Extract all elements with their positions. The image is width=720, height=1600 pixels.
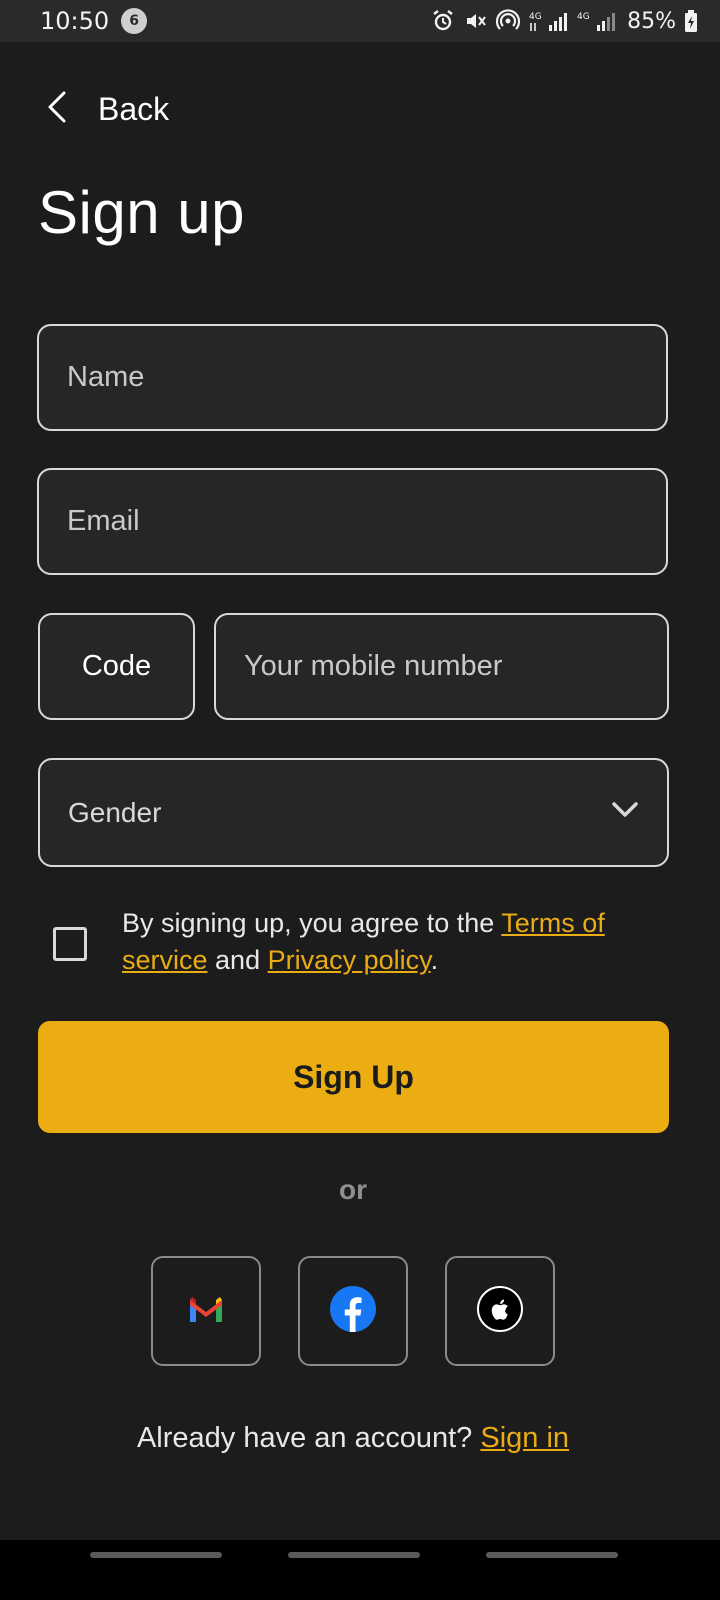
page-title: Sign up	[38, 179, 245, 246]
gender-dropdown[interactable]: Gender	[38, 758, 669, 867]
nav-home-handle[interactable]	[288, 1552, 420, 1558]
back-label: Back	[98, 90, 170, 127]
gmail-signup-button[interactable]	[151, 1256, 261, 1366]
chevron-left-icon	[44, 90, 70, 129]
name-field[interactable]	[37, 324, 668, 431]
hotspot-icon	[495, 9, 521, 33]
country-code-selector[interactable]: Code	[38, 613, 195, 720]
battery-charging-icon	[684, 9, 698, 33]
nav-recents-handle[interactable]	[90, 1552, 222, 1558]
facebook-signup-button[interactable]	[298, 1256, 408, 1366]
alarm-icon	[431, 9, 455, 33]
apple-signup-button[interactable]	[445, 1256, 555, 1366]
back-button[interactable]: Back	[44, 84, 169, 134]
chevron-down-icon	[611, 801, 639, 824]
apple-icon	[477, 1285, 523, 1337]
nav-back-handle[interactable]	[486, 1552, 618, 1558]
status-time: 10:50	[40, 7, 110, 35]
terms-text: By signing up, you agree to the Terms of…	[122, 905, 663, 979]
facebook-icon	[330, 1285, 376, 1337]
mobile-number-input[interactable]	[216, 615, 667, 718]
4g-signal-icon: 4G	[577, 9, 617, 33]
email-input[interactable]	[39, 470, 666, 573]
terms-agreement: By signing up, you agree to the Terms of…	[53, 905, 663, 979]
battery-percent: 85%	[627, 8, 676, 34]
status-left: 10:50 6	[40, 7, 148, 35]
name-input[interactable]	[39, 326, 666, 429]
terms-middle: and	[207, 945, 268, 975]
svg-text:4G: 4G	[577, 12, 590, 22]
mute-icon	[463, 9, 487, 33]
navigation-bar	[0, 1540, 720, 1600]
terms-prefix: By signing up, you agree to the	[122, 908, 502, 938]
status-right: 4G 4G 85%	[431, 9, 698, 34]
privacy-policy-link[interactable]: Privacy policy	[268, 945, 431, 975]
or-divider: or	[339, 1174, 367, 1205]
terms-suffix: .	[430, 945, 439, 975]
sign-in-link[interactable]: Sign in	[480, 1422, 569, 1454]
sign-in-prompt: Already have an account? Sign in	[0, 1422, 706, 1455]
notification-badge: 6	[121, 8, 148, 34]
sign-in-prompt-text: Already have an account?	[136, 1422, 481, 1454]
gender-label: Gender	[68, 796, 162, 828]
country-code-label: Code	[81, 650, 152, 682]
email-field[interactable]	[37, 468, 668, 575]
4g-signal-icon: 4G	[529, 9, 569, 33]
status-bar: 10:50 6 4G 4G 85%	[0, 0, 720, 42]
terms-checkbox[interactable]	[53, 927, 87, 961]
sign-up-button[interactable]: Sign Up	[38, 1021, 669, 1133]
gmail-icon	[187, 1294, 225, 1329]
svg-text:4G: 4G	[529, 12, 542, 22]
mobile-number-field[interactable]	[214, 613, 669, 720]
